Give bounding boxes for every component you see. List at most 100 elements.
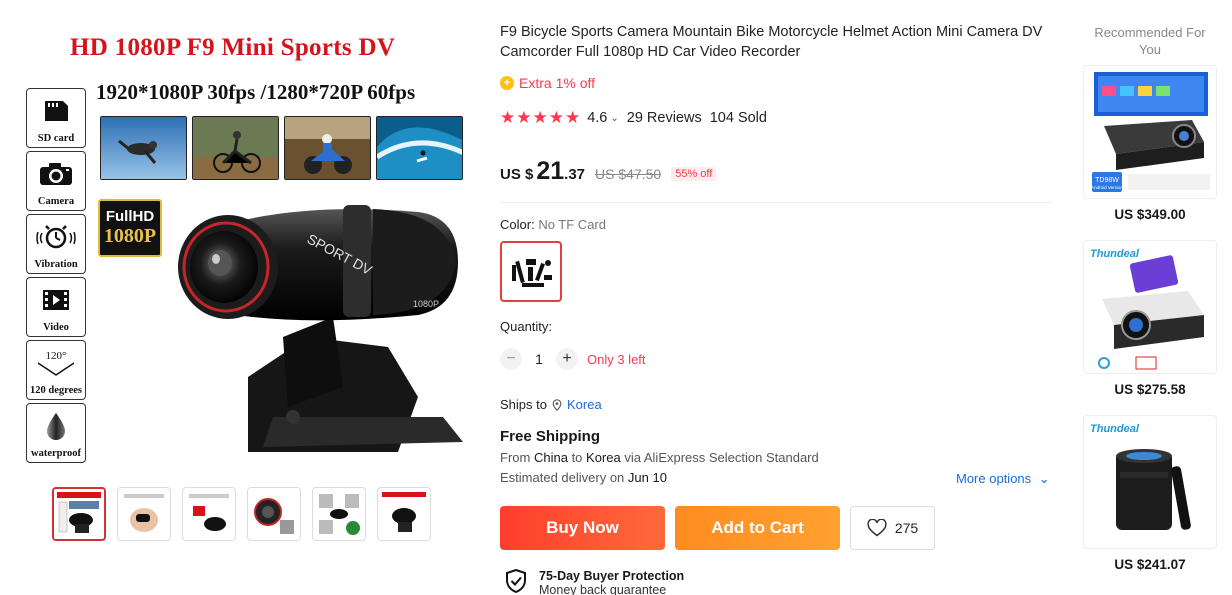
- delivery-date: Jun 10: [627, 470, 667, 485]
- camera-icon: [39, 152, 73, 196]
- recommended-item-image[interactable]: Thundeal: [1083, 240, 1217, 374]
- more-options-link[interactable]: More options ⌄: [956, 471, 1050, 487]
- feature-label: 120 degrees: [29, 385, 82, 396]
- feature-label: SD card: [37, 133, 75, 144]
- heart-icon: [867, 519, 887, 537]
- protection-title: 75-Day Buyer Protection: [539, 569, 685, 583]
- vibration-alarm-icon: [36, 215, 76, 259]
- recommended-title: Recommended For You: [1094, 25, 1206, 57]
- price-currency: US $: [500, 166, 534, 183]
- wishlist-count: 275: [894, 520, 919, 536]
- scene-skydiving: [100, 116, 187, 180]
- price-integer: 21: [536, 157, 565, 185]
- extra-off-text: Extra 1% off: [519, 75, 596, 91]
- product-page: HD 1080P F9 Mini Sports DV 1920*1080P 30…: [0, 0, 1232, 595]
- quantity-input[interactable]: 1: [522, 351, 556, 367]
- chevron-down-icon[interactable]: ⌄: [610, 113, 618, 124]
- feature-waterproof: waterproof: [26, 403, 86, 463]
- thumbnail-1[interactable]: [52, 487, 106, 541]
- reviews-link[interactable]: 29 Reviews: [627, 110, 702, 126]
- thumbnail-3[interactable]: [182, 487, 236, 541]
- recommended-item-3[interactable]: Thundeal US $241.07: [1083, 415, 1217, 572]
- brand-logo: Thundeal: [1090, 423, 1140, 435]
- shield-check-icon: [506, 569, 526, 593]
- protection-subtitle: Money back guarantee: [539, 583, 667, 595]
- original-price: US $47.50: [595, 166, 662, 182]
- rating-row: ★★★★★ 4.6 ⌄ 29 Reviews 104 Sold: [500, 108, 767, 128]
- coin-icon: +: [500, 76, 514, 90]
- price-decimal: .37: [564, 166, 586, 183]
- discount-badge: 55% off: [671, 167, 717, 181]
- recommended-item-image[interactable]: TD98W (Android Version): [1083, 65, 1217, 199]
- usage-scenes: [100, 116, 463, 180]
- buy-now-button[interactable]: Buy Now: [500, 506, 665, 550]
- location-pin-icon: [552, 398, 562, 411]
- wishlist-button[interactable]: 275: [850, 506, 935, 550]
- shipping-route: From China to Korea via AliExpress Selec…: [500, 450, 819, 465]
- color-value: No TF Card: [538, 217, 606, 232]
- feature-sd-card: SD card: [26, 88, 86, 148]
- extra-off-promo: + Extra 1% off: [500, 75, 595, 91]
- ships-to-location[interactable]: Korea: [567, 397, 602, 412]
- sold-count: 104 Sold: [709, 110, 767, 126]
- fullhd-line1: FullHD: [105, 208, 155, 225]
- more-options-label: More options: [956, 471, 1032, 486]
- estimated-delivery: Estimated delivery on Jun 10: [500, 470, 667, 485]
- add-to-cart-button[interactable]: Add to Cart: [675, 506, 840, 550]
- delivery-label: Estimated delivery on: [500, 470, 625, 485]
- color-selector-label: Color: No TF Card: [500, 217, 606, 232]
- feature-label: Camera: [37, 196, 75, 207]
- angle-value: 120°: [46, 350, 67, 362]
- accessories-icon: [512, 258, 552, 287]
- chevron-down-icon: ⌄: [1038, 471, 1050, 486]
- feature-angle: 120° 120 degrees: [26, 340, 86, 400]
- scene-mountain-bike: [192, 116, 279, 180]
- shipping-to-label: to: [571, 450, 583, 465]
- video-film-icon: [42, 278, 70, 322]
- thumbnail-5[interactable]: [312, 487, 366, 541]
- feature-label: Vibration: [34, 259, 78, 270]
- brand-logo: Thundeal: [1090, 248, 1140, 260]
- protection-text: 75-Day Buyer Protection Money back guara…: [539, 569, 684, 595]
- recommended-item-1[interactable]: TD98W (Android Version) US $349.00: [1083, 65, 1217, 222]
- quantity-increase-button[interactable]: +: [556, 348, 578, 370]
- sd-card-icon: [42, 89, 70, 133]
- feature-label: Video: [43, 322, 69, 333]
- recommended-item-image[interactable]: Thundeal: [1083, 415, 1217, 549]
- shipping-to: Korea: [586, 450, 621, 465]
- quantity-stepper: − 1 + Only 3 left: [500, 348, 646, 370]
- thumbnail-4[interactable]: [247, 487, 301, 541]
- promo-subtitle: 1920*1080P 30fps /1280*720P 60fps: [96, 80, 416, 104]
- star-rating-icon: ★★★★★: [500, 108, 582, 127]
- rating-value[interactable]: 4.6: [587, 110, 607, 126]
- recommended-item-2[interactable]: Thundeal US $275.58: [1083, 240, 1217, 397]
- shipping-from-label: From: [500, 450, 531, 465]
- shipping-via: via AliExpress Selection Standard: [624, 450, 819, 465]
- thumbnail-6[interactable]: [377, 487, 431, 541]
- feature-camera: Camera: [26, 151, 86, 211]
- feature-list: SD card Camera Vibration Video 120° 120 …: [26, 88, 86, 466]
- recommended-item-price: US $275.58: [1114, 382, 1186, 397]
- camera-resolution-text: 1080P: [413, 299, 439, 309]
- stock-left: Only 3 left: [587, 351, 646, 367]
- color-swatch-no-tf-card[interactable]: [500, 241, 562, 302]
- camera-product-image: SPORT DV 1080P: [178, 205, 463, 452]
- shipping-title: Free Shipping: [500, 428, 601, 445]
- ships-to-row: Ships to Korea: [500, 397, 602, 412]
- price-row: US $ 21 .37 US $47.50 55% off: [500, 157, 717, 186]
- main-product-image[interactable]: HD 1080P F9 Mini Sports DV 1920*1080P 30…: [18, 22, 470, 474]
- feature-label: waterproof: [31, 448, 81, 459]
- thumbnail-2[interactable]: [117, 487, 171, 541]
- fullhd-badge: FullHD 1080P: [98, 199, 162, 257]
- color-label: Color:: [500, 217, 535, 232]
- waterproof-drop-icon: [45, 404, 67, 448]
- ships-to-label: Ships to: [500, 397, 547, 412]
- quantity-label: Quantity:: [500, 319, 553, 334]
- quantity-decrease-button[interactable]: −: [500, 348, 522, 370]
- feature-video: Video: [26, 277, 86, 337]
- feature-vibration: Vibration: [26, 214, 86, 274]
- recommended-item-price: US $241.07: [1114, 557, 1186, 572]
- shipping-from: China: [533, 450, 568, 465]
- divider: [500, 202, 1052, 203]
- product-badge: TD98W: [1095, 177, 1119, 184]
